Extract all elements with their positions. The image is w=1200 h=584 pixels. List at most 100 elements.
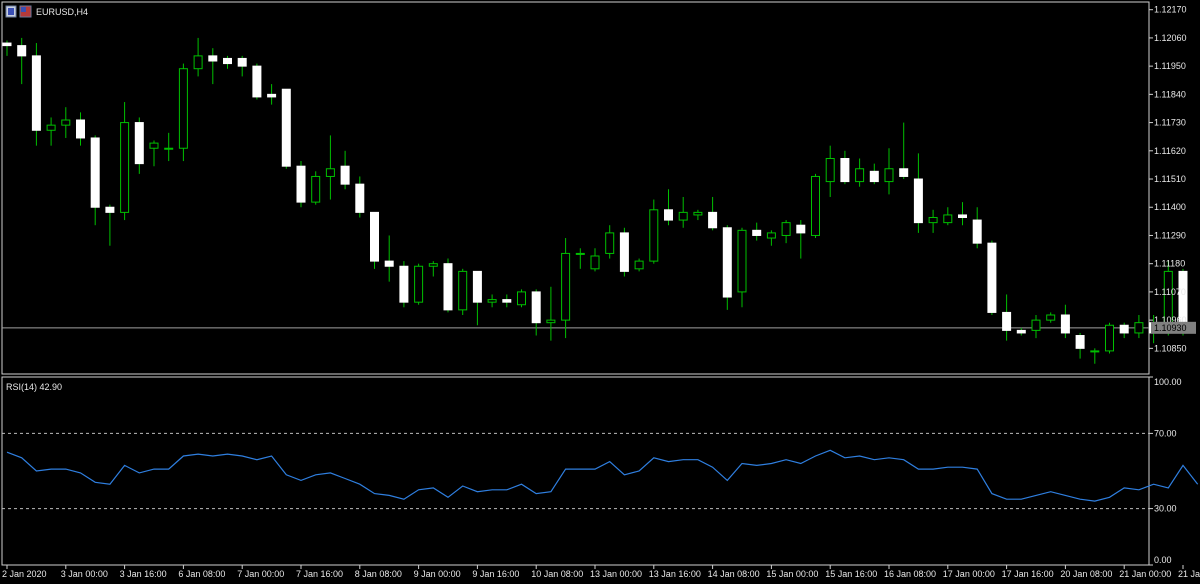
candle	[458, 268, 468, 315]
time-tick-label: 10 Jan 08:00	[531, 569, 583, 579]
candle-body-bear	[370, 211, 379, 262]
candle	[370, 211, 379, 269]
candle-body-bull	[46, 124, 56, 131]
price-tick-label: 1.12060	[1154, 33, 1187, 43]
candle-body-bear	[90, 137, 100, 208]
candle-body-bull	[605, 232, 615, 254]
candle-body-bull	[781, 222, 791, 236]
candle-body-bear	[752, 229, 762, 236]
candle-body-bear	[619, 232, 629, 272]
candle-body-bear	[399, 265, 409, 303]
candle-body-bear	[105, 206, 115, 213]
candle-body-bull	[546, 319, 556, 324]
time-tick-label: 13 Jan 00:00	[590, 569, 642, 579]
time-tick-label: 6 Jan 08:00	[178, 569, 225, 579]
candle-body-bull	[855, 168, 865, 183]
candle-body-bear	[502, 299, 512, 303]
candle-body-bear	[972, 219, 982, 244]
candle-body-bull	[120, 122, 130, 213]
candle-body-bull	[1090, 350, 1100, 353]
candle	[443, 258, 453, 313]
candle-body-bull	[825, 157, 835, 183]
candle-body-bear	[443, 263, 453, 311]
candle	[811, 173, 820, 239]
chart-canvas: 1.12170 1.12060 1.11950 1.11840 1.11730 1.116…	[1, 1, 1200, 579]
candle-body-bear	[840, 157, 850, 183]
candle-body-bear	[708, 211, 718, 229]
time-axis: 2 Jan 2020 3 Jan 00:00 3 Jan 16:00 6 Jan 08…	[2, 565, 1200, 579]
candle-body-bull	[943, 214, 953, 224]
price-tick-label: 1.11290	[1154, 230, 1186, 240]
bid-price-label: 1.10930	[1154, 323, 1187, 333]
candle-body-bear	[531, 291, 541, 324]
candle-body-bear	[17, 45, 27, 57]
candle-body-bear	[252, 65, 262, 98]
candle-body-bear	[1016, 329, 1026, 334]
time-tick-label: 9 Jan 16:00	[472, 569, 519, 579]
candle-body-bear	[223, 57, 232, 65]
time-tick-label: 3 Jan 00:00	[61, 569, 108, 579]
rsi-tick-label: 100.00	[1154, 377, 1182, 387]
time-tick-label: 7 Jan 00:00	[237, 569, 284, 579]
candle-body-bull	[325, 168, 335, 177]
candle-body-bull	[178, 68, 188, 149]
candle-body-bull	[61, 119, 71, 126]
candle-body-bull	[311, 175, 321, 203]
candle-body-bull	[1134, 322, 1144, 334]
candle-body-bear	[1119, 324, 1129, 334]
candle	[399, 261, 409, 308]
rsi-title: RSI(14) 42.90	[6, 382, 62, 392]
candle-body-bear	[1075, 335, 1085, 349]
candle-body-bull	[678, 211, 688, 221]
candle	[987, 240, 997, 315]
price-tick-label: 1.11950	[1154, 61, 1186, 71]
candle	[281, 88, 291, 169]
price-tick-label: 1.11840	[1154, 89, 1186, 99]
candle-body-bear	[296, 165, 306, 203]
candle-body-bull	[164, 147, 174, 150]
candle-body-bull	[1046, 314, 1056, 321]
price-pane-frame	[1, 1, 1150, 375]
rsi-tick-label: 0.00	[1154, 555, 1172, 565]
time-tick-label: 21 Jan 00:00	[1119, 569, 1171, 579]
flag-us-canton-icon	[21, 7, 26, 12]
time-tick-label: 21 Jan 16:00	[1178, 569, 1200, 579]
candle	[31, 43, 41, 146]
candle-body-bull	[649, 209, 659, 262]
candle-body-bear	[355, 183, 365, 213]
rsi-tick-label: 30.00	[1154, 504, 1177, 514]
candle-body-bear	[664, 209, 673, 221]
candle-body-bull	[561, 252, 571, 321]
candle-body-bear	[472, 270, 482, 303]
candle	[517, 289, 526, 308]
price-tick-label: 1.11730	[1154, 118, 1186, 128]
candle-body-bear	[958, 214, 967, 219]
candle-body-bull	[634, 260, 644, 270]
price-tick-label: 1.11070	[1154, 287, 1186, 297]
candle-body-bull	[414, 265, 424, 303]
candle-body-bull	[517, 291, 526, 306]
time-tick-label: 3 Jan 16:00	[120, 569, 167, 579]
price-pane: 1.12170 1.12060 1.11950 1.11840 1.11730 1.116…	[1, 1, 1196, 375]
time-tick-label: 20 Jan 08:00	[1060, 569, 1112, 579]
candle-body-bull	[737, 229, 747, 293]
rsi-axis: 100.00 70.00 30.00 0.00	[1149, 376, 1182, 566]
candle-body-bull	[1105, 324, 1114, 352]
candle-body-bull	[766, 232, 776, 239]
time-tick-label: 13 Jan 16:00	[649, 569, 701, 579]
price-tick-label: 1.12170	[1154, 5, 1187, 15]
candle-body-bull	[428, 263, 438, 267]
candle-body-bear	[913, 178, 923, 224]
time-tick-label: 15 Jan 00:00	[766, 569, 818, 579]
flag-eu-icon	[8, 8, 14, 15]
candle-body-bull	[693, 211, 703, 216]
candle-body-bear	[384, 260, 394, 267]
candle-body-bull	[149, 142, 159, 149]
candle	[178, 63, 188, 162]
candle-body-bear	[134, 122, 144, 165]
candle-body-bear	[340, 165, 350, 185]
candle-body-bull	[458, 270, 468, 311]
candle-body-bear	[208, 55, 218, 62]
candle-body-bull	[590, 255, 600, 270]
candle	[619, 227, 629, 277]
